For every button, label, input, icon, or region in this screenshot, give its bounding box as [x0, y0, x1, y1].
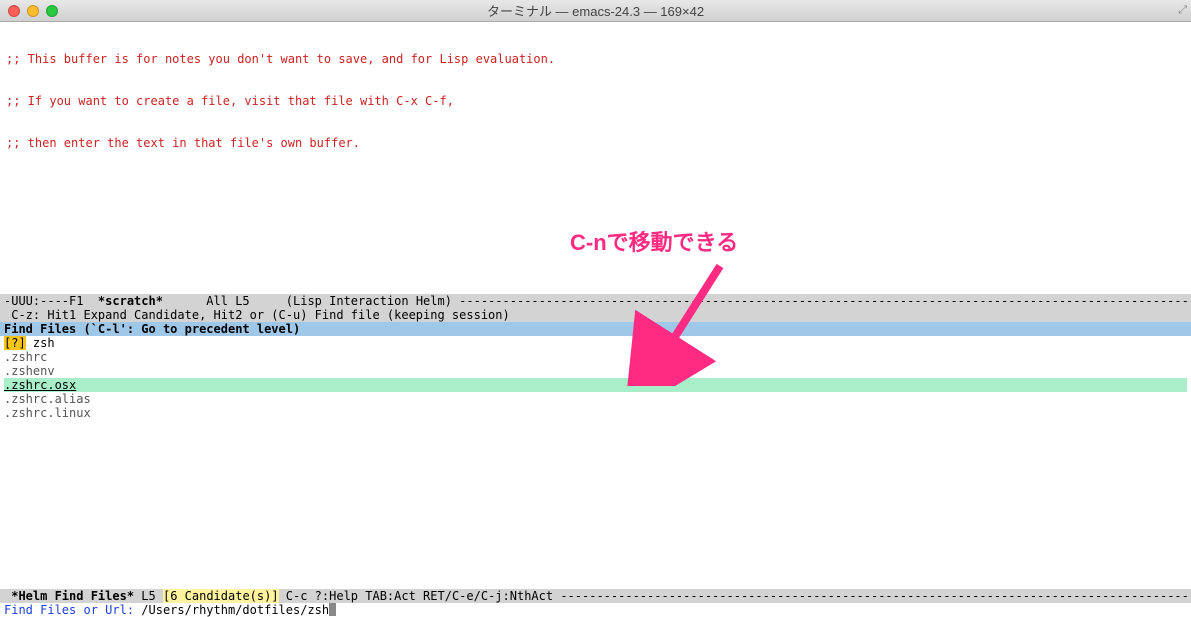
minibuffer-input[interactable]: /Users/rhythm/dotfiles/zsh [141, 603, 329, 617]
cursor-icon [329, 603, 336, 616]
helm-hint-line: C-z: Hit1 Expand Candidate, Hit2 or (C-u… [0, 308, 1191, 322]
modeline-dashes: ----------------------------------------… [459, 294, 1191, 308]
candidate-count: [6 Candidate(s)] [163, 589, 279, 603]
helm-pattern-line: [?] zsh [0, 336, 1191, 350]
window-title: ターミナル — emacs-24.3 — 169×42 [0, 1, 1191, 20]
window-titlebar: ターミナル — emacs-24.3 — 169×42 ⤢ [0, 0, 1191, 22]
modeline-scratch: -UUU:----F1 *scratch* All L5 (Lisp Inter… [0, 294, 1191, 308]
helm-mark-icon: [?] [4, 336, 26, 350]
modeline-helm: *Helm Find Files* L5 [6 Candidate(s)] C-… [0, 589, 1191, 603]
list-item[interactable]: .zshrc.linux [4, 406, 1187, 420]
modeline-dashes: ----------------------------------------… [560, 589, 1191, 603]
minibuffer-prompt: Find Files or Url: [4, 603, 141, 617]
annotation-label: C-nで移動できる [570, 236, 738, 250]
scratch-line: ;; If you want to create a file, visit t… [6, 94, 1185, 108]
helm-source-header: Find Files (`C-l': Go to precedent level… [0, 322, 1191, 336]
scratch-line: ;; then enter the text in that file's ow… [6, 136, 1185, 150]
resize-icon[interactable]: ⤢ [1178, 3, 1187, 17]
list-item[interactable]: .zshenv [4, 364, 1187, 378]
list-item-selected[interactable]: .zshrc.osx [4, 378, 1187, 392]
scratch-line: ;; This buffer is for notes you don't wa… [6, 52, 1185, 66]
list-item[interactable]: .zshrc [4, 350, 1187, 364]
scratch-buffer[interactable]: ;; This buffer is for notes you don't wa… [0, 22, 1191, 178]
helm-candidate-list[interactable]: .zshrc .zshenv .zshrc.osx .zshrc.alias .… [0, 350, 1191, 420]
minibuffer[interactable]: Find Files or Url: /Users/rhythm/dotfile… [0, 603, 1191, 617]
list-item[interactable]: .zshrc.alias [4, 392, 1187, 406]
terminal-area[interactable]: ;; This buffer is for notes you don't wa… [0, 22, 1191, 617]
helm-query-text: zsh [26, 336, 55, 350]
